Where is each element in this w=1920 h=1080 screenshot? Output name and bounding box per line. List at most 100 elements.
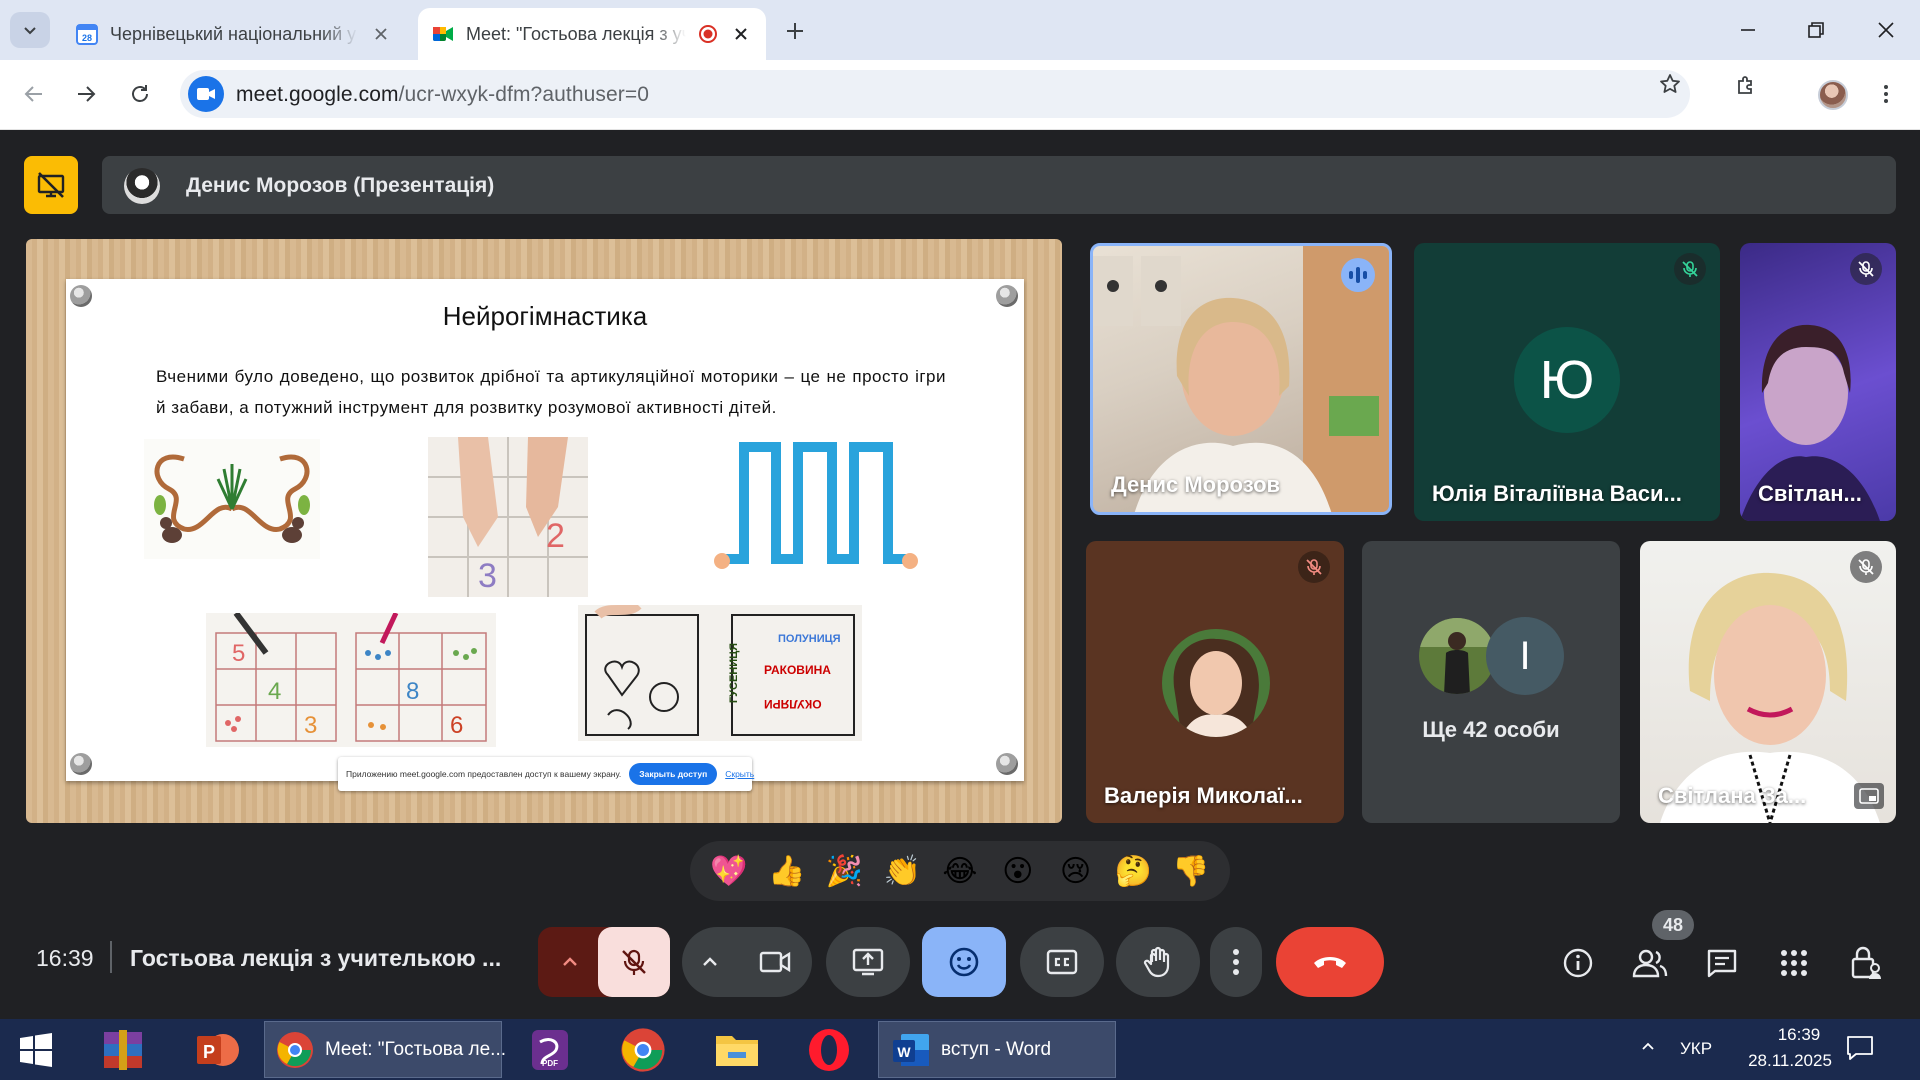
chrome-icon bbox=[275, 1030, 315, 1070]
meeting-details-button[interactable] bbox=[1558, 943, 1598, 983]
picture-in-picture-button[interactable] bbox=[1854, 783, 1884, 809]
taskbar-word-window[interactable]: W вступ - Word bbox=[878, 1021, 1116, 1078]
mic-off-icon bbox=[1305, 558, 1323, 576]
svg-text:3: 3 bbox=[478, 557, 497, 595]
participant-tile[interactable]: Світлана За... bbox=[1640, 541, 1896, 823]
people-button[interactable] bbox=[1630, 943, 1670, 983]
minimize-button[interactable] bbox=[1718, 8, 1778, 52]
chat-icon bbox=[1706, 948, 1738, 978]
close-icon[interactable] bbox=[730, 23, 752, 45]
input-language[interactable]: УКР bbox=[1680, 1039, 1712, 1059]
activities-button[interactable] bbox=[1774, 943, 1814, 983]
mic-off-indicator bbox=[1850, 253, 1882, 285]
slide-title: Нейрогімнастика bbox=[442, 301, 648, 331]
camera-control-group bbox=[682, 927, 812, 997]
mic-off-indicator bbox=[1674, 253, 1706, 285]
participant-name: Світлан... bbox=[1758, 481, 1862, 506]
taskbar-item-label: вступ - Word bbox=[941, 1038, 1052, 1060]
back-button[interactable] bbox=[14, 74, 54, 114]
taskbar-opera[interactable] bbox=[796, 1021, 862, 1078]
tab-meet[interactable]: Meet: "Гостьова лекція з уч bbox=[418, 8, 766, 60]
reload-button[interactable] bbox=[120, 74, 160, 114]
reaction-thumbs-down[interactable]: 👎 bbox=[1167, 847, 1215, 895]
blue-maze-image bbox=[706, 437, 926, 579]
show-hidden-icons-button[interactable] bbox=[1640, 1039, 1656, 1055]
tab-title: Meet: "Гостьова лекція з уч bbox=[466, 23, 686, 44]
presentation-stage[interactable]: Нейрогімнастика Вченими було доведено, щ… bbox=[26, 239, 1062, 823]
reaction-party-popper[interactable]: 🎉 bbox=[820, 847, 868, 895]
reaction-thinking[interactable]: 🤔 bbox=[1109, 847, 1157, 895]
participant-name: Світлана За... bbox=[1658, 783, 1807, 808]
chat-button[interactable] bbox=[1702, 943, 1742, 983]
svg-text:6: 6 bbox=[450, 712, 463, 739]
reaction-sparkling-heart[interactable]: 💖 bbox=[705, 847, 753, 895]
stop-sharing-button[interactable]: Закрыть доступ bbox=[629, 763, 718, 785]
participant-tile[interactable]: Валерія Миколаї... bbox=[1086, 541, 1344, 823]
reaction-clapping[interactable]: 👏 bbox=[878, 847, 926, 895]
mic-toggle-button[interactable] bbox=[598, 927, 670, 997]
tab-university-calendar[interactable]: 28 Чернівецький національний у bbox=[62, 8, 406, 60]
more-options-button[interactable] bbox=[1210, 927, 1262, 997]
address-bar[interactable]: meet.google.com/ucr-wxyk-dfm?authuser=0 bbox=[180, 70, 1690, 118]
taskbar-winrar[interactable] bbox=[92, 1021, 154, 1078]
svg-text:W: W bbox=[897, 1044, 911, 1060]
mic-off-indicator bbox=[1298, 551, 1330, 583]
screen-share-notice: Приложению meet.google.com предоставлен … bbox=[338, 757, 754, 791]
close-window-button[interactable] bbox=[1856, 8, 1916, 52]
slide-body: Вченими було доведено, що розвиток дрібн… bbox=[156, 367, 946, 417]
taskbar-powerpoint[interactable]: P bbox=[186, 1021, 248, 1078]
extensions-button[interactable] bbox=[1734, 74, 1758, 98]
camera-toggle-button[interactable] bbox=[738, 927, 812, 997]
more-participants-tile[interactable]: І Ще 42 особи bbox=[1362, 541, 1620, 823]
hand-icon bbox=[1143, 946, 1173, 978]
tab-search-button[interactable] bbox=[10, 12, 50, 48]
reaction-crying[interactable]: 😢 bbox=[1051, 847, 1099, 895]
tray-date[interactable]: 28.11.2025 bbox=[1730, 1051, 1850, 1071]
profile-avatar[interactable] bbox=[1818, 80, 1848, 110]
words-coloring-image: полуниця раковина окуляри гусениця bbox=[578, 605, 862, 741]
taskbar-chrome-meet-window[interactable]: Meet: "Гостьова ле... bbox=[264, 1021, 506, 1078]
reaction-thumbs-up[interactable]: 👍 bbox=[763, 847, 811, 895]
host-controls-button[interactable] bbox=[1846, 943, 1886, 983]
opera-icon bbox=[806, 1027, 852, 1073]
video-options-button[interactable] bbox=[682, 927, 738, 997]
present-button[interactable] bbox=[826, 927, 910, 997]
presenter-avatar bbox=[124, 168, 160, 204]
participant-tile[interactable]: Світлан... bbox=[1740, 243, 1896, 521]
reactions-button[interactable] bbox=[922, 927, 1006, 997]
captions-button[interactable] bbox=[1020, 927, 1104, 997]
meet-site-icon[interactable] bbox=[188, 76, 224, 112]
start-button[interactable] bbox=[8, 1021, 64, 1078]
stop-presenting-button[interactable] bbox=[24, 156, 78, 214]
chevron-up-icon bbox=[561, 953, 579, 971]
hide-notice-link[interactable]: Скрыть bbox=[725, 769, 754, 779]
more-participants-count: Ще 42 особи bbox=[1422, 717, 1560, 742]
url-host: meet.google.com bbox=[236, 83, 399, 106]
mic-off-icon bbox=[1681, 260, 1699, 278]
taskbar-chrome[interactable] bbox=[610, 1021, 676, 1078]
reaction-surprised[interactable]: 😮 bbox=[994, 847, 1042, 895]
taskbar-pdf-app[interactable]: PDF bbox=[518, 1021, 582, 1078]
image-word: полуниця bbox=[778, 633, 841, 645]
forward-button[interactable] bbox=[66, 74, 106, 114]
leave-call-button[interactable] bbox=[1276, 927, 1384, 997]
taskbar-file-explorer[interactable] bbox=[704, 1021, 770, 1078]
reaction-laughing[interactable]: 😂 bbox=[936, 847, 984, 895]
tray-time[interactable]: 16:39 bbox=[1754, 1025, 1844, 1045]
participant-name: Денис Морозов bbox=[1111, 472, 1281, 497]
bookmark-button[interactable] bbox=[1658, 72, 1682, 96]
arrow-left-icon bbox=[23, 83, 45, 105]
close-icon[interactable] bbox=[370, 23, 392, 45]
participant-tile[interactable]: Денис Морозов bbox=[1090, 243, 1392, 515]
notifications-button[interactable] bbox=[1846, 1035, 1874, 1061]
restore-button[interactable] bbox=[1786, 8, 1846, 52]
browser-menu-button[interactable] bbox=[1874, 82, 1898, 106]
audio-options-button[interactable] bbox=[538, 927, 602, 997]
participant-initial-avatar: І bbox=[1486, 617, 1564, 695]
screen-share-notice-text: Приложению meet.google.com предоставлен … bbox=[346, 769, 622, 779]
new-tab-button[interactable] bbox=[780, 16, 810, 46]
participant-count-badge: 48 bbox=[1652, 910, 1694, 940]
participant-tile[interactable]: Ю Юлія Віталіївна Васи... bbox=[1414, 243, 1720, 521]
raise-hand-button[interactable] bbox=[1116, 927, 1200, 997]
meet-call-area: Денис Морозов (Презентація) Нейрогімнаст… bbox=[0, 131, 1920, 1019]
